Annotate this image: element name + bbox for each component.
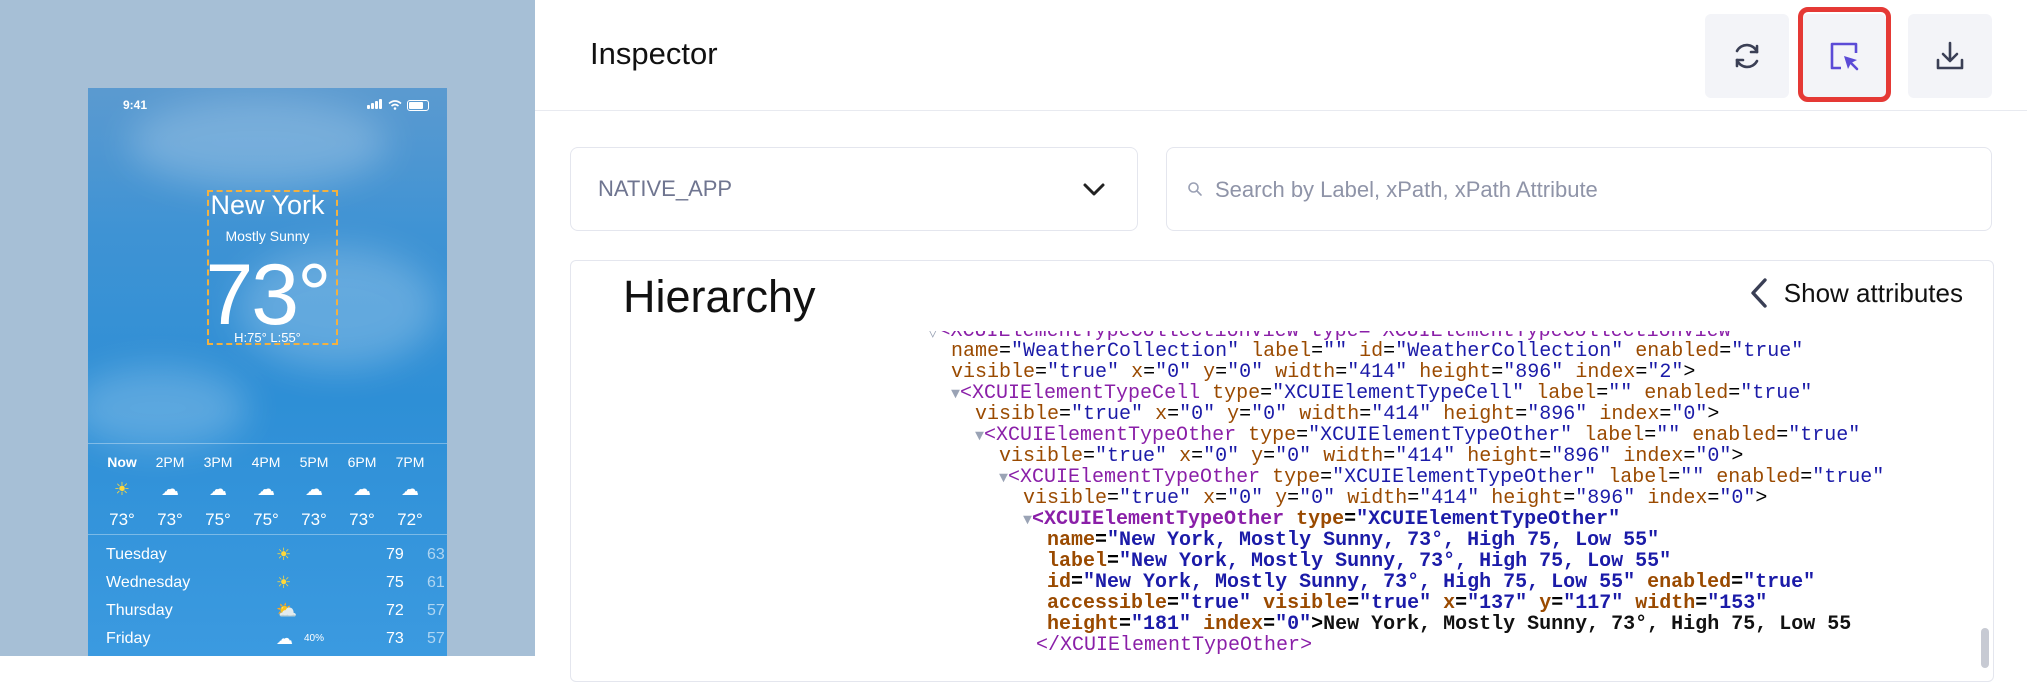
cloud-icon: ☁ <box>436 479 447 500</box>
tree-node-line: ▼<XCUIElementTypeOther type="XCUIElement… <box>999 466 1885 489</box>
tree-node-line-selected: height="181" index="0">New York, Mostly … <box>1047 613 1852 636</box>
cloud-rain-icon: ☁ <box>276 629 293 648</box>
expand-triangle-icon: ▼ <box>999 470 1009 487</box>
day-name: Wednesday <box>106 574 191 591</box>
refresh-icon <box>1735 43 1759 69</box>
inspector-panel: Inspector NATIVE_APP Search by Label, xP… <box>535 0 2027 682</box>
day-name: Tuesday <box>106 546 167 563</box>
active-button-highlight <box>1798 7 1891 102</box>
hour-temp: 73° <box>109 510 135 529</box>
tree-node-line: visible="true" x="0" y="0" width="414" h… <box>975 403 1720 426</box>
expand-triangle-icon: ▼ <box>1023 512 1033 529</box>
day-name: Friday <box>106 630 151 647</box>
expand-triangle-icon: ▼ <box>951 386 961 403</box>
chevron-left-icon <box>1751 278 1767 308</box>
battery-icon <box>407 99 429 111</box>
show-attributes-toggle[interactable]: Show attributes <box>1748 277 1963 309</box>
download-icon <box>1936 41 1964 70</box>
expand-triangle-icon: ▼ <box>975 428 985 445</box>
hour-temp: 73° <box>349 510 375 529</box>
tree-node-line-selected: accessible="true" visible="true" x="137"… <box>1047 592 1768 615</box>
tree-node-line: </XCUIElementTypeOther> <box>1036 634 1313 657</box>
status-time: 9:41 <box>123 98 148 112</box>
context-select-value: NATIVE_APP <box>598 176 733 201</box>
hierarchy-title: Hierarchy <box>623 271 816 322</box>
context-select[interactable]: NATIVE_APP <box>570 147 1138 231</box>
cloud-decoration <box>88 368 248 448</box>
status-icons <box>367 98 429 112</box>
partly-cloudy-icon: ⛅ <box>276 601 298 620</box>
search-input[interactable] <box>1213 174 1977 206</box>
hour-label: Now <box>107 454 137 470</box>
hour-temp: 72° <box>397 510 423 529</box>
hour-label: 4PM <box>251 454 281 470</box>
sun-icon: ☀ <box>113 479 131 499</box>
search-icon <box>1188 182 1202 196</box>
hour-temp: 75° <box>205 510 231 529</box>
hour-label: 2PM <box>155 454 185 470</box>
hour-label: 8 <box>436 454 447 470</box>
tree-node-line-selected: id="New York, Mostly Sunny, 73°, High 75… <box>1047 571 1816 594</box>
precip-chance: 40% <box>304 633 325 644</box>
day-name: Thursday <box>106 602 173 619</box>
cloud-icon: ☁ <box>209 479 227 499</box>
hour-label: 3PM <box>203 454 233 470</box>
daily-row: Friday ☁ 40% 73 57 <box>106 629 445 656</box>
tree-node-line: visible="true" x="0" y="0" width="414" h… <box>951 361 1696 384</box>
cloud-icon: ☁ <box>257 479 275 499</box>
day-low: 61 <box>427 574 445 591</box>
day-low: 57 <box>427 630 445 647</box>
hour-label: 7PM <box>395 454 425 470</box>
day-high: 75 <box>386 574 404 591</box>
cloud-icon: ☁ <box>353 479 371 499</box>
page-title: Inspector <box>590 36 718 71</box>
hour-label: 5PM <box>299 454 329 470</box>
day-high: 72 <box>386 602 404 619</box>
tree-node-line: visible="true" x="0" y="0" width="414" h… <box>999 445 1744 468</box>
wifi-icon <box>388 100 402 110</box>
download-button[interactable] <box>1908 14 1992 98</box>
cloud-icon: ☁ <box>401 479 419 499</box>
tree-node-line-selected[interactable]: ▼<XCUIElementTypeOther type="XCUIElement… <box>1023 509 1620 531</box>
tree-node-line-selected: name="New York, Mostly Sunny, 73°, High … <box>1047 529 1660 552</box>
chevron-down-icon <box>1083 183 1105 196</box>
device-panel: 9:41 New York Mostly Sunny 73° H:75° L:5… <box>0 0 535 656</box>
sun-icon: ☀ <box>276 573 292 592</box>
hierarchy-panel: Hierarchy Show attributes ▽<XCUIElementT… <box>570 260 1994 682</box>
hour-temp: 7 <box>436 510 447 530</box>
hour-temp: 73° <box>301 510 327 529</box>
selected-element-highlight[interactable] <box>207 190 338 345</box>
tree-node-line: name="WeatherCollection" label="" id="We… <box>951 340 1804 363</box>
signal-icon <box>367 98 383 112</box>
inspector-header: Inspector <box>535 0 2027 111</box>
hour-temp: 73° <box>157 510 183 529</box>
hourly-forecast: Now ☀ 73° 2PM ☁ 73° 3PM ☁ 75° 4PM ☁ 75° 5PM ☁ 73° 6PM ☁ 7… <box>88 443 447 535</box>
cloud-decoration <box>128 98 388 188</box>
tree-node-line: ▼<XCUIElementTypeOther type="XCUIElement… <box>975 424 1861 447</box>
daily-row: Wednesday ☀ 75 61 <box>106 573 445 600</box>
scrollbar[interactable] <box>1981 628 1989 668</box>
cloud-icon: ☁ <box>161 479 179 499</box>
search-box[interactable] <box>1166 147 1992 231</box>
day-high: 73 <box>386 630 404 647</box>
device-screen[interactable]: 9:41 New York Mostly Sunny 73° H:75° L:5… <box>88 88 447 656</box>
sun-icon: ☀ <box>276 545 292 564</box>
day-low: 63 <box>427 546 445 563</box>
day-low: 57 <box>427 602 445 619</box>
tree-node-line: visible="true" x="0" y="0" width="414" h… <box>1023 487 1768 510</box>
hour-temp: 75° <box>253 510 279 529</box>
hour-label: 6PM <box>347 454 377 470</box>
day-high: 79 <box>386 546 404 563</box>
daily-row: Tuesday ☀ 79 63 <box>106 545 445 572</box>
xml-tree[interactable]: ▽<XCUIElementTypeCollectionView type="XC… <box>571 331 1993 661</box>
cloud-icon: ☁ <box>305 479 323 499</box>
show-attributes-label: Show attributes <box>1783 277 1963 308</box>
daily-row: Thursday ⛅ 72 57 <box>106 601 445 628</box>
tree-node-line: ▼<XCUIElementTypeCell type="XCUIElementT… <box>951 382 1813 405</box>
refresh-button[interactable] <box>1705 14 1789 98</box>
tree-node-line-selected: label="New York, Mostly Sunny, 73°, High… <box>1047 550 1672 573</box>
